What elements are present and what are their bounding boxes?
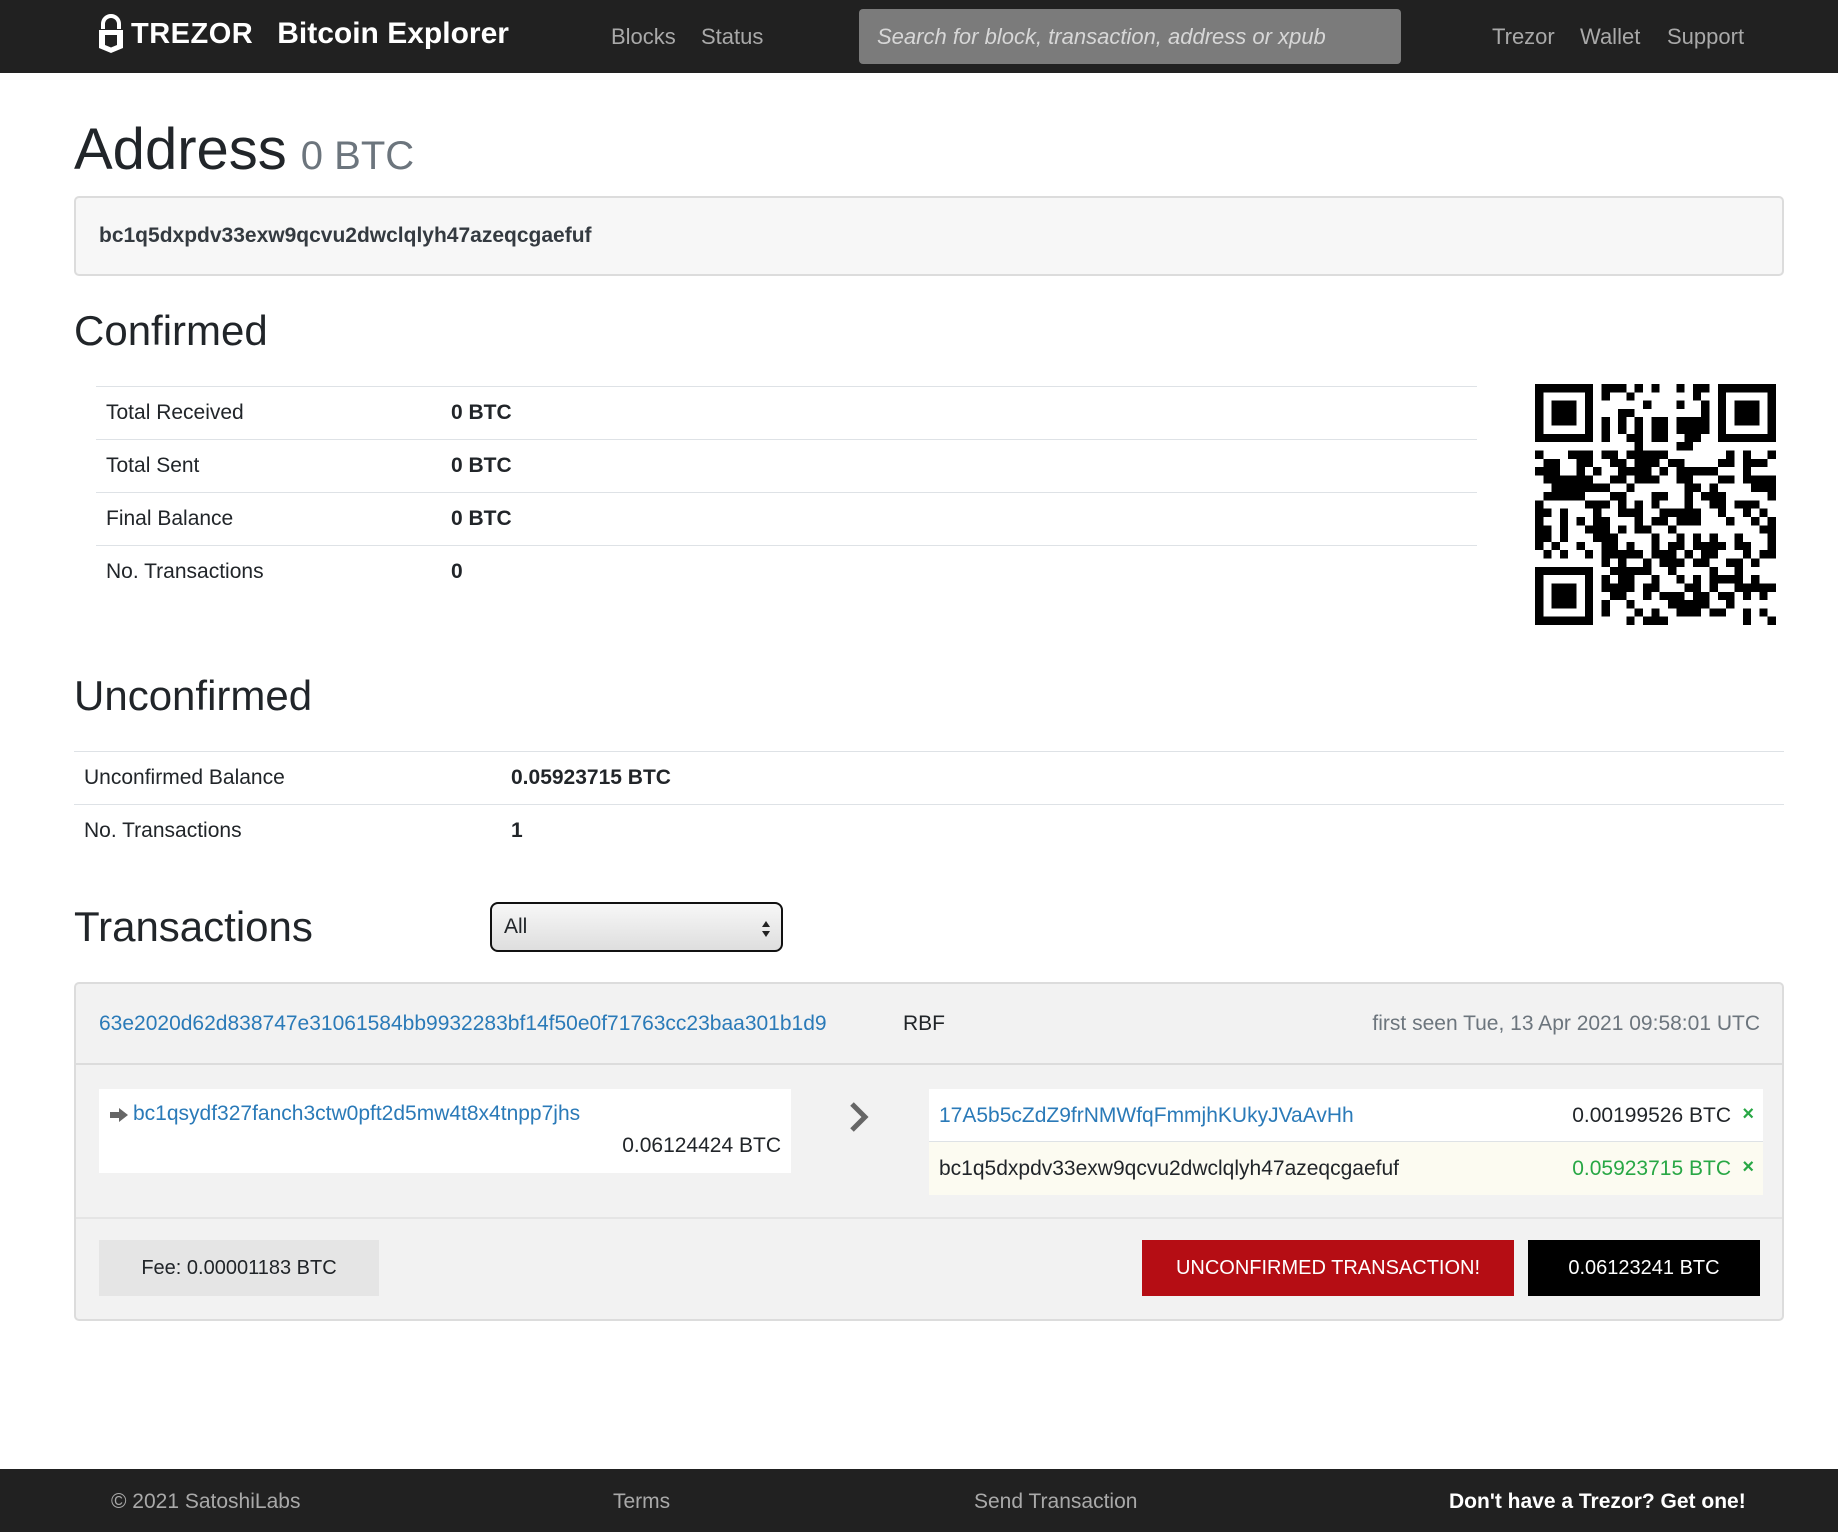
row-value: 1 xyxy=(501,804,1784,858)
row-value: 0 BTC xyxy=(441,439,1477,493)
footer-terms-link[interactable]: Terms xyxy=(613,1490,670,1514)
nav-wallet-link[interactable]: Wallet xyxy=(1580,24,1640,50)
table-row: Unconfirmed Balance 0.05923715 BTC xyxy=(74,751,1784,805)
footer-send-transaction-link[interactable]: Send Transaction xyxy=(974,1490,1137,1514)
row-label: No. Transactions xyxy=(96,545,441,599)
row-value: 0 BTC xyxy=(441,386,1477,440)
output-amount: 0.00199526 BTC xyxy=(1572,1104,1731,1127)
brand-name: TREZOR xyxy=(131,17,254,50)
page-title-balance: 0 BTC xyxy=(300,134,415,178)
row-label: No. Transactions xyxy=(74,804,501,858)
rbf-flag: RBF xyxy=(903,1012,945,1035)
app-title: Bitcoin Explorer xyxy=(277,17,509,50)
arrow-right-icon xyxy=(110,1108,128,1122)
row-value: 0.05923715 BTC xyxy=(501,751,1784,805)
transaction-id-link[interactable]: 63e2020d62d838747e31061584bb9932283bf14f… xyxy=(99,1012,827,1036)
transaction-input: bc1qsydf327fanch3ctw0pft2d5mw4t8x4tnpp7j… xyxy=(99,1089,791,1173)
transaction-filter-select[interactable]: All xyxy=(490,902,783,952)
output-address-own: bc1q5dxpdv33exw9qcvu2dwclqlyh47azeqcgaef… xyxy=(939,1157,1399,1180)
footer: © 2021 SatoshiLabs Terms Send Transactio… xyxy=(0,1469,1838,1532)
unconfirmed-status-badge: UNCONFIRMED TRANSACTION! xyxy=(1142,1240,1514,1296)
divider xyxy=(76,1217,1782,1219)
nav-support-link[interactable]: Support xyxy=(1667,24,1744,50)
address-box: bc1q5dxpdv33exw9qcvu2dwclqlyh47azeqcgaef… xyxy=(74,196,1784,276)
output-address-link[interactable]: 17A5b5cZdZ9frNMWfqFmmjhKUkyJVaAvHh xyxy=(939,1104,1354,1128)
first-seen-time: first seen Tue, 13 Apr 2021 09:58:01 UTC xyxy=(1372,1012,1760,1035)
confirmed-heading: Confirmed xyxy=(74,307,268,354)
address-value: bc1q5dxpdv33exw9qcvu2dwclqlyh47azeqcgaef… xyxy=(99,224,592,247)
transaction-header: 63e2020d62d838747e31061584bb9932283bf14f… xyxy=(76,984,1782,1065)
footer-copyright: © 2021 SatoshiLabs xyxy=(111,1490,301,1513)
qr-code xyxy=(1535,384,1776,625)
fee-badge: Fee: 0.00001183 BTC xyxy=(99,1240,379,1296)
transaction-output-own: bc1q5dxpdv33exw9qcvu2dwclqlyh47azeqcgaef… xyxy=(929,1142,1763,1195)
close-icon: × xyxy=(1742,1156,1754,1178)
table-row: Total Sent 0 BTC xyxy=(96,439,1477,493)
brand-logo[interactable]: TREZOR Bitcoin Explorer xyxy=(97,14,509,54)
row-label: Total Received xyxy=(96,386,441,440)
top-navbar: TREZOR Bitcoin Explorer Blocks Status Tr… xyxy=(0,0,1838,73)
search-input[interactable] xyxy=(859,9,1401,64)
transactions-heading: Transactions xyxy=(74,903,313,950)
nav-blocks-link[interactable]: Blocks xyxy=(611,24,676,50)
row-label: Final Balance xyxy=(96,492,441,546)
select-arrows-icon xyxy=(762,921,770,937)
nav-status-link[interactable]: Status xyxy=(701,24,763,50)
table-row: Final Balance 0 BTC xyxy=(96,492,1477,546)
confirmed-table: Total Received 0 BTC Total Sent 0 BTC Fi… xyxy=(96,386,1477,599)
total-amount-badge: 0.06123241 BTC xyxy=(1528,1240,1760,1296)
page-title-text: Address xyxy=(74,117,287,182)
chevron-right-icon xyxy=(850,1102,869,1132)
unconfirmed-heading: Unconfirmed xyxy=(74,672,313,719)
close-icon: × xyxy=(1742,1103,1754,1125)
transaction-card: 63e2020d62d838747e31061584bb9932283bf14f… xyxy=(74,982,1784,1321)
row-label: Unconfirmed Balance xyxy=(74,751,501,805)
table-row: No. Transactions 1 xyxy=(74,804,1784,858)
table-row: No. Transactions 0 xyxy=(96,545,1477,599)
trezor-lock-icon xyxy=(99,14,123,53)
nav-trezor-link[interactable]: Trezor xyxy=(1492,24,1555,50)
table-row: Total Received 0 BTC xyxy=(96,386,1477,440)
page-title: Address 0 BTC xyxy=(74,116,414,183)
transaction-output: 17A5b5cZdZ9frNMWfqFmmjhKUkyJVaAvHh 0.001… xyxy=(929,1089,1763,1142)
unconfirmed-table: Unconfirmed Balance 0.05923715 BTC No. T… xyxy=(74,751,1784,858)
row-value: 0 xyxy=(441,545,1477,599)
row-label: Total Sent xyxy=(96,439,441,493)
row-value: 0 BTC xyxy=(441,492,1477,546)
footer-get-trezor-link[interactable]: Don't have a Trezor? Get one! xyxy=(1449,1490,1746,1514)
output-amount: 0.05923715 BTC xyxy=(1572,1157,1731,1180)
input-address-link[interactable]: bc1qsydf327fanch3ctw0pft2d5mw4t8x4tnpp7j… xyxy=(133,1102,580,1126)
input-amount: 0.06124424 BTC xyxy=(622,1134,781,1157)
filter-selected-value: All xyxy=(504,915,528,938)
